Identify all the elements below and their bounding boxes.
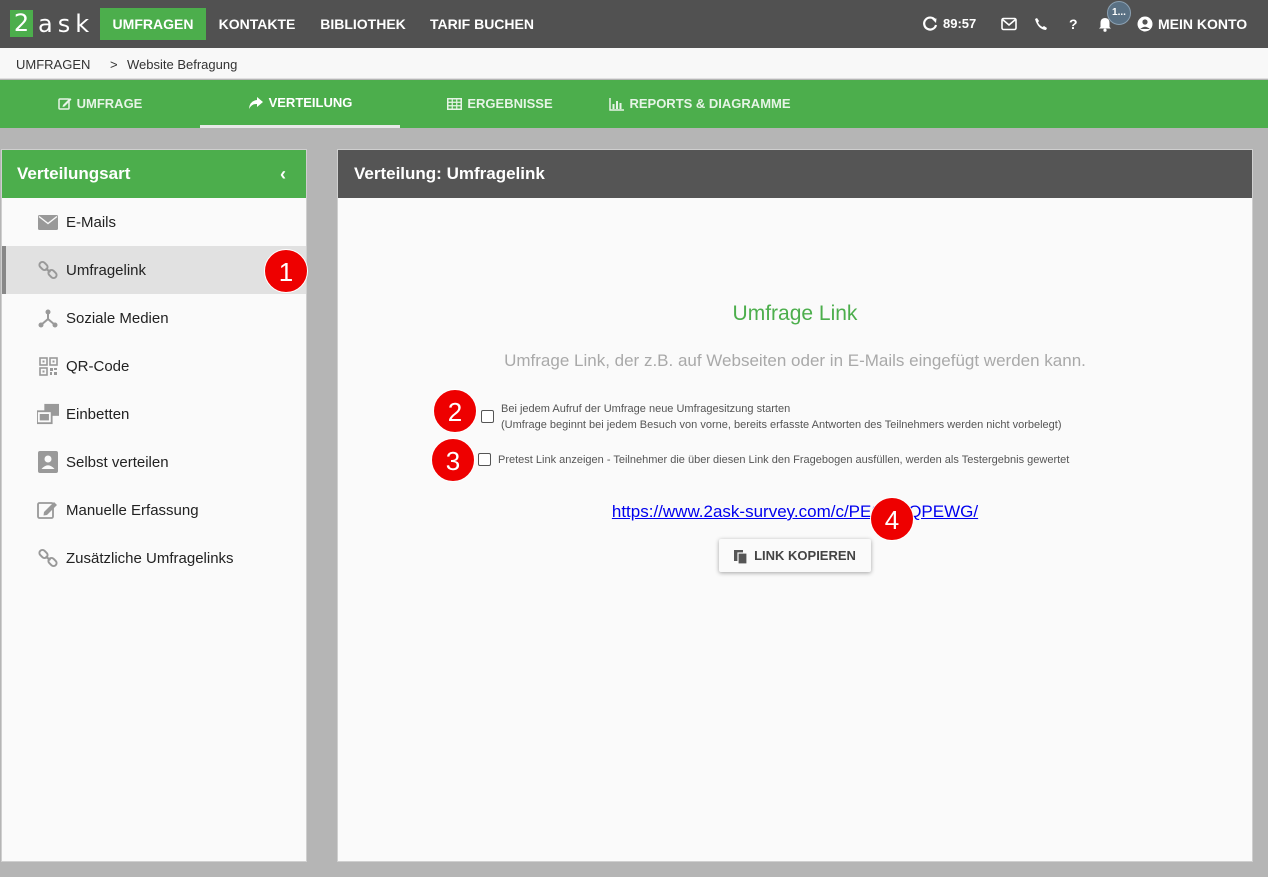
section-heading: Umfrage Link — [732, 302, 858, 325]
refresh-icon — [923, 16, 938, 31]
mail-button[interactable] — [1001, 0, 1017, 48]
tab-label: ERGEBNISSE — [467, 96, 553, 111]
pretest-link-checkbox[interactable] — [478, 453, 491, 466]
sidebar-item-emails[interactable]: E-Mails — [2, 198, 306, 246]
qrcode-icon — [37, 355, 59, 377]
sidebar-item-umfragelink[interactable]: Umfragelink — [2, 246, 306, 294]
link-icon — [37, 547, 59, 569]
new-session-checkbox[interactable] — [481, 410, 494, 423]
phone-button[interactable] — [1034, 0, 1048, 48]
logo[interactable]: 2 ask — [10, 9, 95, 38]
distribution-panel: Verteilung: Umfragelink Umfrage Link Umf… — [337, 149, 1253, 862]
nav-umfragen[interactable]: UMFRAGEN — [100, 8, 206, 40]
sidebar-title: Verteilungsart — [17, 164, 131, 183]
panel-title: Verteilung: Umfragelink — [338, 150, 1252, 198]
tab-label: REPORTS & DIAGRAMME — [629, 96, 791, 111]
question-icon: ? — [1069, 16, 1078, 32]
top-navigation: 2 ask UMFRAGEN KONTAKTE BIBLIOTHEK TARIF… — [0, 0, 1268, 48]
tab-reports[interactable]: REPORTS & DIAGRAMME — [600, 80, 800, 128]
account-menu[interactable]: MEIN KONTO — [1137, 0, 1247, 48]
logo-digit: 2 — [10, 10, 33, 37]
survey-link[interactable]: https://www.2ask-survey.com/c/PE6 SBQPEW… — [338, 502, 1252, 522]
breadcrumb-current: Website Befragung — [127, 57, 238, 72]
sidebar-item-label: Einbetten — [66, 405, 130, 423]
copy-icon — [734, 549, 748, 564]
link-icon — [37, 259, 59, 281]
user-card-icon — [37, 451, 59, 473]
annotation-marker-2: 2 — [433, 389, 477, 433]
embed-icon — [37, 403, 59, 425]
sidebar-item-soziale-medien[interactable]: Soziale Medien — [2, 294, 306, 342]
table-icon — [447, 98, 463, 110]
distribution-sidebar: Verteilungsart ‹ E-Mails Umfragelink Soz… — [1, 149, 307, 862]
new-session-option: Bei jedem Aufruf der Umfrage neue Umfrag… — [501, 401, 1061, 433]
breadcrumb: UMFRAGEN > Website Befragung — [0, 48, 1268, 79]
annotation-marker-4: 4 — [870, 497, 914, 541]
breadcrumb-root[interactable]: UMFRAGEN — [16, 57, 90, 72]
user-circle-icon — [1137, 16, 1153, 32]
sidebar-item-label: QR-Code — [66, 357, 130, 375]
phone-icon — [1035, 18, 1047, 30]
nav-kontakte[interactable]: KONTAKTE — [212, 8, 302, 40]
sidebar-item-label: E-Mails — [66, 213, 117, 231]
bar-chart-icon — [609, 97, 625, 111]
envelope-outline-icon — [1001, 17, 1017, 31]
section-description: Umfrage Link, der z.B. auf Webseiten ode… — [504, 351, 1086, 370]
sidebar-item-einbetten[interactable]: Einbetten — [2, 390, 306, 438]
sidebar-item-label: Selbst verteilen — [66, 453, 169, 471]
sidebar-item-label: Soziale Medien — [66, 309, 169, 327]
help-button[interactable]: ? — [1069, 0, 1078, 48]
nav-bibliothek[interactable]: BIBLIOTHEK — [314, 8, 412, 40]
sidebar-item-label: Zusätzliche Umfragelinks — [66, 549, 234, 567]
breadcrumb-separator: > — [110, 57, 118, 72]
new-session-hint: (Umfrage beginnt bei jedem Besuch von vo… — [501, 419, 1062, 431]
envelope-icon — [37, 211, 59, 233]
annotation-marker-1: 1 — [264, 249, 308, 293]
tab-umfrage[interactable]: UMFRAGE — [0, 80, 200, 128]
pretest-link-label: Pretest Link anzeigen - Teilnehmer die ü… — [498, 454, 1070, 466]
annotation-marker-3: 3 — [431, 438, 475, 482]
tab-label: UMFRAGE — [76, 96, 143, 111]
collapse-icon[interactable]: ‹ — [280, 150, 286, 198]
timer-value: 89:57 — [943, 16, 977, 31]
sidebar-item-zusaetzliche-umfragelinks[interactable]: Zusätzliche Umfragelinks — [2, 534, 306, 582]
sidebar-header: Verteilungsart ‹ — [2, 150, 306, 198]
new-session-label: Bei jedem Aufruf der Umfrage neue Umfrag… — [501, 403, 791, 415]
tab-label: VERTEILUNG — [268, 94, 353, 110]
session-timer[interactable]: 89:57 — [922, 0, 976, 48]
tab-ergebnisse[interactable]: ERGEBNISSE — [400, 80, 600, 128]
edit-icon — [57, 98, 72, 110]
copy-button-label: LINK KOPIEREN — [754, 548, 856, 563]
nav-tarif-buchen[interactable]: TARIF BUCHEN — [424, 8, 540, 40]
survey-tabbar: UMFRAGE VERTEILUNG ERGEBNISSE REPORTS & … — [0, 80, 1268, 128]
sidebar-item-label: Umfragelink — [66, 261, 147, 279]
account-label: MEIN KONTO — [1158, 16, 1248, 32]
tab-verteilung[interactable]: VERTEILUNG — [200, 80, 400, 128]
sidebar-item-manuelle-erfassung[interactable]: Manuelle Erfassung — [2, 486, 306, 534]
notification-badge[interactable]: 1... — [1107, 1, 1131, 25]
share-icon — [248, 96, 263, 109]
copy-link-button[interactable]: LINK KOPIEREN — [719, 539, 871, 572]
sidebar-item-qr-code[interactable]: QR-Code — [2, 342, 306, 390]
share-nodes-icon — [37, 307, 59, 329]
sidebar-item-label: Manuelle Erfassung — [66, 501, 199, 519]
logo-text: ask — [38, 9, 95, 38]
pencil-square-icon — [37, 499, 59, 521]
sidebar-item-selbst-verteilen[interactable]: Selbst verteilen — [2, 438, 306, 486]
